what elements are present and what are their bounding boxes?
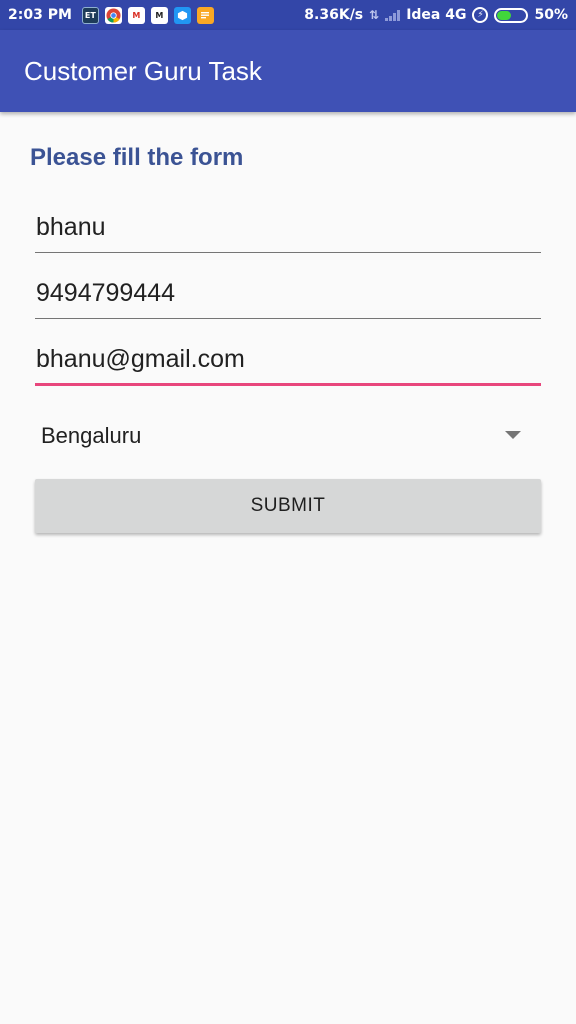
form-heading: Please fill the form: [30, 144, 244, 171]
phone-field[interactable]: [35, 269, 541, 319]
dropdown-arrow-icon[interactable]: [505, 431, 521, 439]
charging-icon: ⚡: [472, 7, 489, 23]
battery-icon: [494, 7, 529, 23]
network-speed: 8.36K/s: [304, 7, 364, 23]
battery-percent: 50%: [534, 7, 568, 23]
email-field[interactable]: [35, 336, 541, 386]
status-bar: 2:03 PM ET M M 8.36K/s ⇅ Idea 4G ⚡ 50%: [0, 0, 576, 30]
name-field[interactable]: [35, 203, 541, 253]
chrome-icon: [104, 6, 122, 24]
status-left: 2:03 PM ET M M: [8, 6, 214, 24]
phone-input[interactable]: [35, 269, 541, 318]
status-time: 2:03 PM: [8, 7, 72, 23]
email-input[interactable]: [35, 336, 541, 383]
notes-app-icon: [196, 6, 214, 24]
gmail-icon: M: [127, 6, 145, 24]
signal-icon: [385, 9, 401, 21]
app-title: Customer Guru Task: [24, 55, 262, 86]
name-input[interactable]: [35, 203, 541, 252]
submit-button[interactable]: SUBMIT: [35, 479, 541, 533]
status-right: 8.36K/s ⇅ Idea 4G ⚡ 50%: [304, 7, 568, 23]
carrier-label: Idea 4G: [406, 7, 467, 23]
news-app-icon: M: [150, 6, 168, 24]
city-selected-value: Bengaluru: [41, 423, 142, 448]
app-bar: Customer Guru Task: [0, 30, 576, 112]
et-app-icon: ET: [81, 6, 99, 24]
city-dropdown[interactable]: Bengaluru: [35, 410, 541, 462]
cube-app-icon: [173, 6, 191, 24]
data-transfer-icon: ⇅: [369, 8, 380, 22]
